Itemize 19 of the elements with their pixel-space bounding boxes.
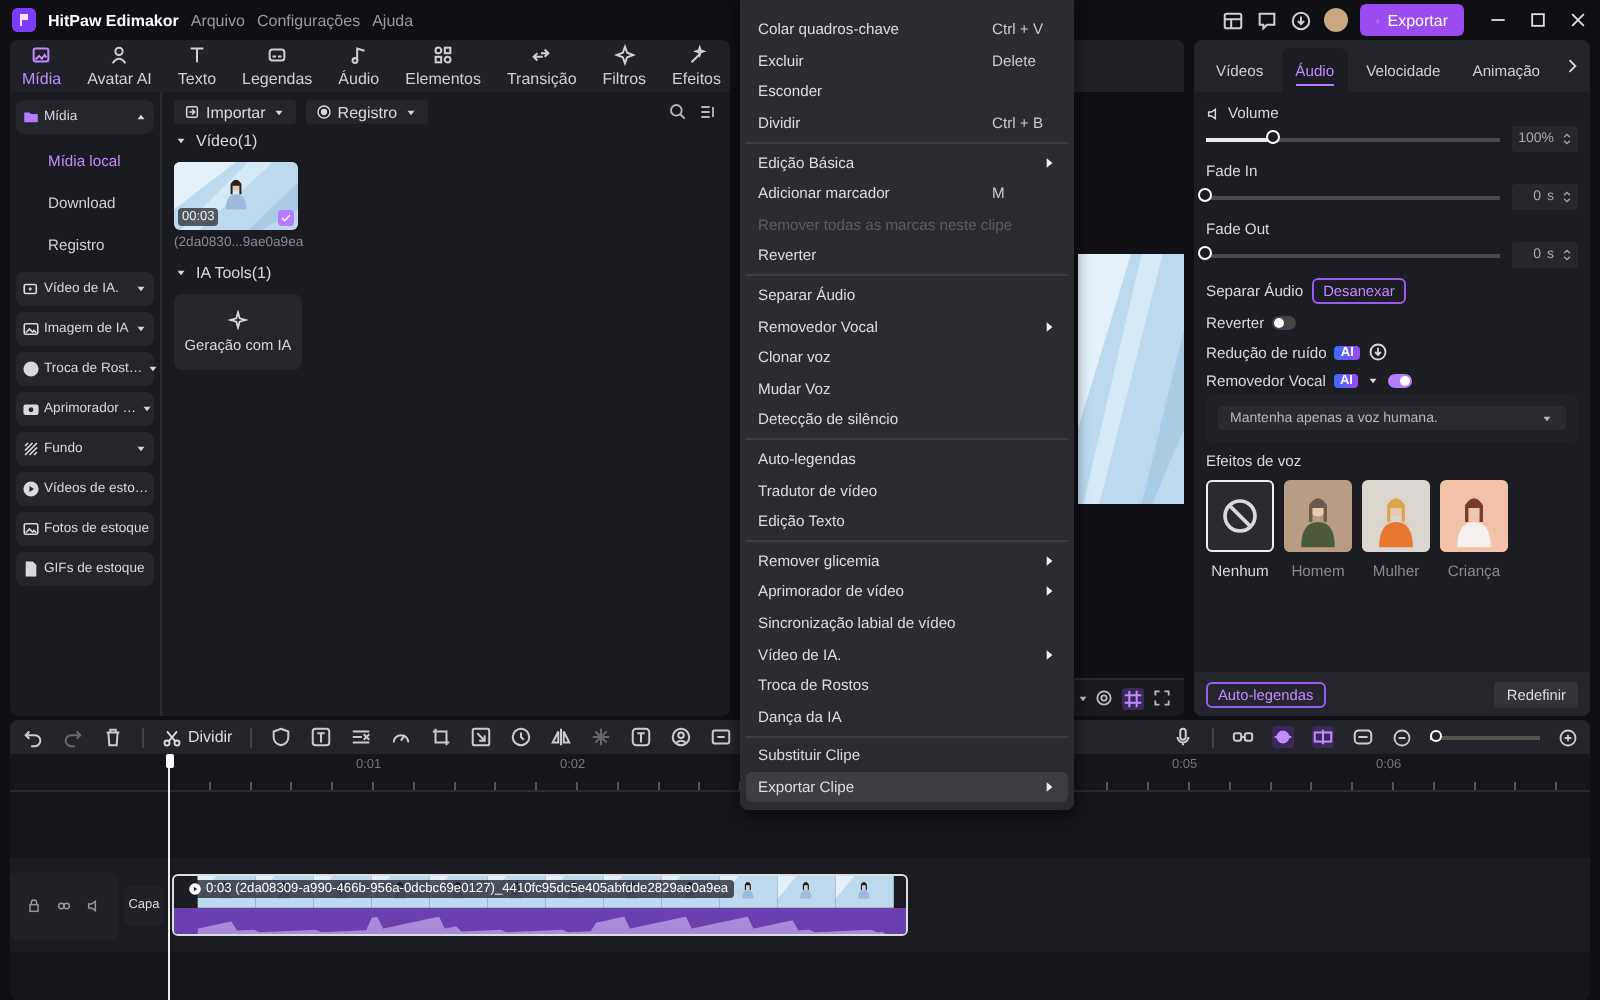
media-tab[interactable]: Efeitos bbox=[668, 40, 726, 92]
dropdown-button[interactable]: Importar bbox=[174, 100, 296, 124]
media-tab[interactable]: Legendas bbox=[238, 40, 317, 92]
section-title: IA Tools(1) bbox=[196, 264, 272, 282]
export-button[interactable]: Exportar bbox=[1360, 4, 1464, 36]
app-name: HitPaw Edimakor bbox=[48, 11, 179, 29]
split-button[interactable]: Dividir bbox=[162, 727, 233, 747]
media-tab[interactable]: Texto bbox=[173, 40, 221, 92]
media-tab[interactable]: Transição bbox=[502, 40, 581, 92]
menu-item[interactable]: Configurações bbox=[256, 11, 361, 29]
dropdown-button[interactable]: Registro bbox=[305, 100, 428, 124]
menu-item[interactable]: Arquivo bbox=[190, 11, 245, 29]
media-tab[interactable]: Elementos bbox=[401, 40, 485, 92]
section-title: Vídeo(1) bbox=[196, 132, 258, 150]
media-tab[interactable]: Mídia bbox=[18, 40, 66, 92]
media-tab[interactable]: Áudio bbox=[334, 40, 384, 92]
media-tab[interactable]: Filtros bbox=[598, 40, 651, 92]
media-tab[interactable]: Avatar AI bbox=[83, 40, 156, 92]
menu-item[interactable]: Ajuda bbox=[372, 11, 414, 29]
